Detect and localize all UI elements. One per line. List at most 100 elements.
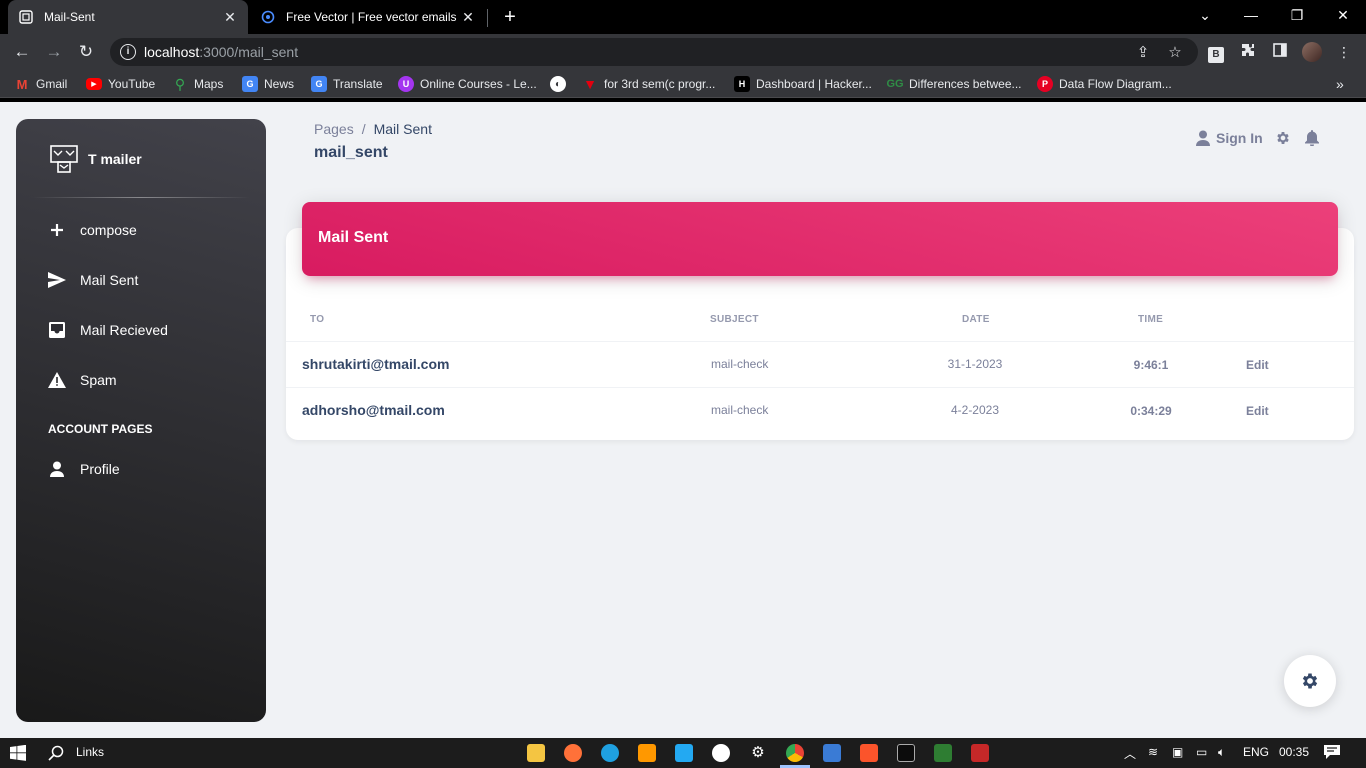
sidebar-item-label: compose (80, 222, 137, 238)
bookmark-data-flow[interactable]: P Data Flow Diagram... (1037, 75, 1172, 93)
bookmark-label: Gmail (36, 77, 68, 91)
firefox-icon[interactable] (564, 744, 582, 762)
breadcrumb-root[interactable]: Pages (314, 121, 354, 137)
column-header-to: TO (310, 314, 325, 325)
notifications-icon[interactable] (1324, 745, 1340, 762)
volume-icon[interactable]: 🔈︎ (1218, 745, 1225, 760)
bookmark-c-programming[interactable]: ▼ for 3rd sem(c progr... (582, 75, 715, 93)
sidebar-item-mail-sent[interactable]: Mail Sent (32, 259, 250, 301)
extension-b-icon[interactable]: B (1206, 42, 1226, 63)
windows-start-icon[interactable] (8, 743, 28, 763)
taskbar-search-label[interactable]: Links (76, 745, 104, 759)
language-indicator[interactable]: ENG (1243, 745, 1269, 759)
sidebar-item-label: Mail Sent (80, 272, 139, 288)
site-info-icon[interactable]: i (120, 44, 136, 60)
bookmark-geeksforgeeks[interactable]: GG Differences betwee... (886, 75, 1022, 93)
brand[interactable]: T mailer (48, 143, 142, 175)
geeksforgeeks-icon: GG (886, 78, 904, 90)
sidebar-item-compose[interactable]: compose (32, 209, 250, 251)
meet-now-icon[interactable]: ▣ (1172, 745, 1183, 759)
reload-icon[interactable]: ↻ (74, 40, 98, 64)
show-hidden-icons-icon[interactable]: ︿ (1124, 745, 1136, 762)
terminal-icon[interactable] (897, 744, 915, 762)
bookmark-translate[interactable]: G Translate (311, 75, 383, 93)
person-icon (48, 460, 66, 478)
settings-gear-icon[interactable] (1275, 130, 1291, 146)
share-icon[interactable]: ⇪ (1134, 44, 1152, 62)
breadcrumb-current: Mail Sent (373, 121, 432, 137)
breadcrumb: Pages / Mail Sent (314, 121, 432, 137)
new-tab-icon[interactable]: + (498, 5, 522, 29)
sidebar-item-label: Mail Recieved (80, 322, 168, 338)
breadcrumb-separator: / (361, 121, 366, 137)
recipient-email: shrutakirti@tmail.com (302, 356, 450, 372)
edit-button[interactable]: Edit (1246, 358, 1269, 372)
column-header-date: DATE (962, 314, 990, 325)
mongodb-compass-icon[interactable] (712, 744, 730, 762)
tab-search-chevron-icon[interactable]: ⌄ (1182, 0, 1228, 30)
windows-taskbar: Links ⚙ ︿ ≋ ▣ ▭ 🔈︎ ENG 00:35 (0, 738, 1366, 768)
bookmark-youtube[interactable]: ▶ YouTube (86, 75, 155, 93)
bookmarks-bar: M Gmail ▶ YouTube ⚲ Maps G News G Transl… (0, 70, 1366, 98)
send-icon (48, 271, 66, 289)
bookmark-maps[interactable]: ⚲ Maps (172, 75, 223, 93)
app-page: T mailer compose Mail Sent Mail Recieved (0, 102, 1366, 738)
bookmark-label: Maps (194, 77, 224, 91)
chrome-icon[interactable] (786, 744, 804, 762)
bookmark-news[interactable]: G News (242, 75, 294, 93)
mail-subject: mail-check (711, 357, 769, 371)
side-panel-icon[interactable] (1270, 42, 1290, 62)
restore-icon[interactable]: ❐ (1274, 0, 1320, 30)
bookmark-star-icon[interactable]: ☆ (1166, 44, 1184, 62)
close-window-icon[interactable]: ✕ (1320, 0, 1366, 30)
file-explorer-icon[interactable] (527, 744, 545, 762)
bookmark-label: Differences betwee... (909, 77, 1022, 91)
bookmark-label: Online Courses - Le... (420, 77, 537, 91)
search-icon[interactable] (46, 743, 66, 763)
bookmark-hackerrank[interactable]: H Dashboard | Hacker... (734, 75, 872, 93)
forward-icon[interactable]: → (42, 40, 66, 64)
extensions-puzzle-icon[interactable] (1238, 42, 1258, 62)
sidebar-item-mail-recieved[interactable]: Mail Recieved (32, 309, 250, 351)
sidebar-item-spam[interactable]: Spam (32, 359, 250, 401)
bookmark-globe[interactable]: ◐ (550, 75, 572, 93)
edge-icon[interactable] (601, 744, 619, 762)
address-bar[interactable]: i localhost:3000/mail_sent ⇪ ☆ (110, 38, 1198, 66)
back-icon[interactable]: ← (10, 40, 34, 64)
tab-close-icon[interactable]: ✕ (222, 9, 238, 26)
minimize-icon[interactable]: — (1228, 0, 1274, 30)
page-title: mail_sent (314, 144, 388, 161)
udemy-icon: U (398, 76, 414, 92)
sign-in-label: Sign In (1216, 130, 1263, 146)
plus-icon (48, 221, 66, 239)
clock[interactable]: 00:35 (1279, 745, 1309, 759)
remote-desktop-icon[interactable] (823, 744, 841, 762)
profile-avatar[interactable] (1302, 42, 1322, 62)
sidebar-item-profile[interactable]: Profile (32, 448, 250, 490)
tab-close-icon[interactable]: ✕ (460, 9, 476, 26)
browser-menu-icon[interactable]: ⋮ (1334, 42, 1354, 62)
maps-icon: ⚲ (174, 75, 186, 92)
bookmark-gmail[interactable]: M Gmail (14, 75, 68, 93)
sublime-text-icon[interactable] (638, 744, 656, 762)
battery-icon[interactable]: ▭ (1196, 745, 1207, 759)
wifi-icon[interactable]: ≋ (1148, 745, 1158, 759)
sign-in-link[interactable]: Sign In (1196, 130, 1263, 146)
notifications-bell-icon[interactable] (1305, 130, 1319, 146)
configurator-button[interactable] (1284, 655, 1336, 707)
more-bookmarks-icon[interactable]: » (1336, 75, 1344, 93)
app-icon[interactable] (934, 744, 952, 762)
recipient-email: adhorsho@tmail.com (302, 402, 445, 418)
tab-free-vector[interactable]: Free Vector | Free vector emails c ✕ (250, 0, 486, 34)
edit-button[interactable]: Edit (1246, 404, 1269, 418)
tab-mail-sent[interactable]: Mail-Sent ✕ (8, 0, 248, 34)
vscode-icon[interactable] (675, 744, 693, 762)
app-icon[interactable] (971, 744, 989, 762)
brave-icon[interactable] (860, 744, 878, 762)
bookmark-online-courses[interactable]: U Online Courses - Le... (398, 75, 537, 93)
pinterest-icon: P (1037, 76, 1053, 92)
globe-icon: ◐ (550, 76, 566, 92)
sidebar-item-label: Profile (80, 461, 120, 477)
settings-icon[interactable]: ⚙ (749, 744, 767, 762)
sidebar-divider (32, 197, 250, 198)
